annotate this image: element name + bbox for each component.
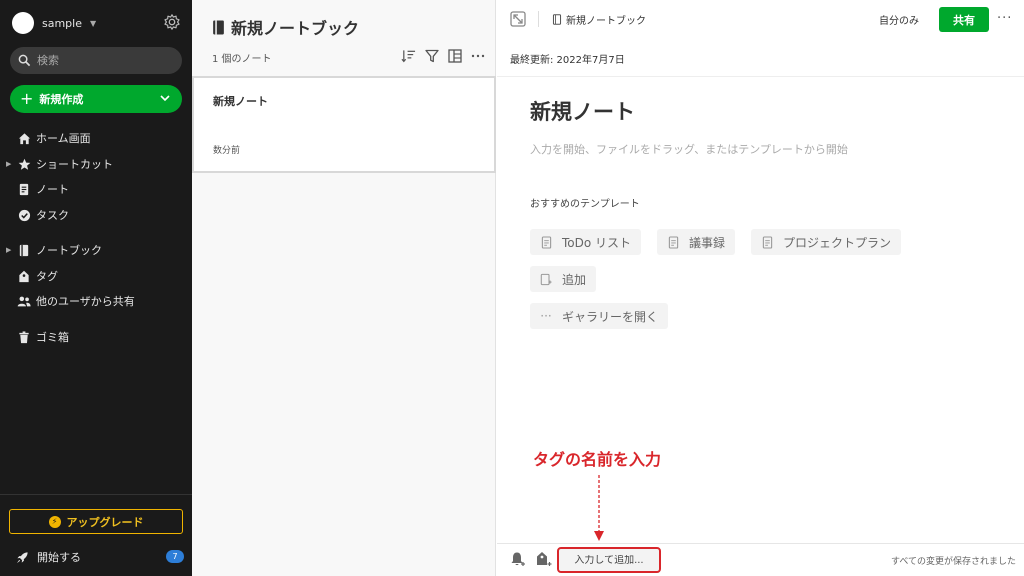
plus-icon: + (20, 89, 34, 108)
list-toolbar (401, 48, 485, 63)
sidebar-item-tasks[interactable]: タスク (0, 204, 192, 226)
sidebar-item-trash[interactable]: ゴミ箱 (0, 326, 192, 348)
sidebar-item-label: 他のユーザから共有 (36, 295, 135, 308)
note-icon (17, 182, 31, 196)
tag-input[interactable] (563, 554, 655, 566)
sidebar-item-label: タスク (36, 209, 69, 222)
notebook-icon (552, 14, 562, 25)
save-status: すべての変更が保存されました (890, 557, 1016, 567)
sidebar-item-shared[interactable]: 他のユーザから共有 (0, 290, 192, 312)
notebook-title: 新規ノートブック (212, 15, 359, 39)
search-box[interactable] (10, 47, 182, 74)
get-started-label: 開始する (37, 551, 81, 564)
sidebar-item-home[interactable]: ホーム画面 (0, 127, 192, 149)
note-card-time: 数分前 (213, 146, 241, 156)
more-icon[interactable] (470, 48, 485, 63)
divider (497, 543, 1024, 544)
add-tag-icon[interactable] (536, 551, 552, 567)
template-label: ToDo リスト (562, 235, 632, 250)
users-icon (17, 294, 31, 308)
sidebar-item-notes[interactable]: ノート (0, 178, 192, 200)
divider (538, 11, 539, 27)
notebook-icon (17, 243, 31, 257)
sidebar-item-label: ホーム画面 (36, 132, 91, 145)
home-icon (17, 131, 31, 145)
sidebar-item-shortcuts[interactable]: ▶ ショートカット (0, 153, 192, 175)
breadcrumb[interactable]: 新規ノートブック (552, 12, 646, 27)
sidebar-item-tags[interactable]: タグ (0, 265, 192, 287)
add-document-icon (540, 272, 552, 286)
upgrade-label: アップグレード (66, 515, 144, 529)
get-started-button[interactable]: 開始する 7 (16, 548, 186, 566)
sidebar-item-label: ノート (36, 183, 69, 196)
templates-heading: おすすめのテンプレート (530, 199, 640, 210)
note-body-placeholder[interactable]: 入力を開始、ファイルをドラッグ、またはテンプレートから開始 (530, 141, 1000, 157)
new-button-label: 新規作成 (39, 93, 84, 106)
reminder-bell-icon[interactable] (509, 551, 525, 567)
template-project-button[interactable]: プロジェクトプラン (751, 229, 902, 255)
gear-icon[interactable] (163, 13, 181, 31)
caret-right-icon[interactable]: ▶ (6, 160, 11, 168)
check-circle-icon (17, 208, 31, 222)
document-icon (667, 235, 679, 249)
expand-icon[interactable] (510, 11, 526, 27)
annotation-arrow (594, 475, 604, 541)
tag-input-box[interactable] (557, 547, 661, 573)
template-label: 追加 (562, 272, 587, 287)
search-icon (18, 54, 31, 67)
note-card[interactable]: 新規ノート 数分前 (192, 76, 496, 173)
note-count: 1 個のノート (212, 54, 272, 65)
document-icon (761, 235, 773, 249)
caret-right-icon[interactable]: ▶ (6, 246, 11, 254)
sidebar-item-label: タグ (36, 270, 58, 283)
template-todo-button[interactable]: ToDo リスト (530, 229, 642, 255)
divider (497, 76, 1024, 77)
trash-icon (17, 330, 31, 344)
visibility-toggle[interactable]: 自分のみ (879, 12, 919, 27)
search-input[interactable] (37, 54, 167, 67)
editor-panel: 新規ノートブック 自分のみ 共有 ··· 最終更新: 2022年7月7日 新規ノ… (497, 0, 1024, 576)
open-gallery-button[interactable]: ··· ギャラリーを開く (530, 303, 669, 329)
document-icon (540, 235, 552, 249)
last-updated: 最終更新: 2022年7月7日 (510, 55, 625, 66)
template-label: プロジェクトプラン (783, 235, 892, 250)
template-add-button[interactable]: 追加 (530, 266, 597, 292)
template-label: ギャラリーを開く (562, 309, 659, 324)
divider (0, 494, 192, 495)
note-card-title: 新規ノート (213, 95, 268, 108)
layout-icon[interactable] (447, 48, 462, 63)
notebook-icon (213, 20, 224, 34)
avatar (12, 12, 34, 34)
notebook-title-text: 新規ノートブック (231, 19, 360, 38)
sort-icon[interactable] (401, 48, 416, 63)
notification-badge: 7 (166, 550, 184, 563)
template-minutes-button[interactable]: 議事録 (657, 229, 736, 255)
sidebar: sample ▼ + 新規作成 ホーム画面 ▶ ショートカット (0, 0, 192, 576)
share-button[interactable]: 共有 (939, 7, 989, 32)
annotation-callout: タグの名前を入力 (533, 450, 662, 469)
chevron-down-icon: ▼ (90, 18, 97, 28)
breadcrumb-notebook: 新規ノートブック (566, 16, 646, 27)
lightning-icon: ⚡ (48, 515, 61, 528)
filter-icon[interactable] (424, 48, 439, 63)
sidebar-item-label: ノートブック (36, 244, 102, 257)
tag-icon (17, 269, 31, 283)
chevron-down-icon[interactable] (158, 91, 172, 105)
sidebar-item-label: ゴミ箱 (36, 331, 69, 344)
sidebar-item-notebooks[interactable]: ▶ ノートブック (0, 239, 192, 261)
more-icon: ··· (540, 309, 552, 323)
account-name: sample (42, 16, 82, 30)
note-title[interactable]: 新規ノート (530, 96, 635, 126)
template-label: 議事録 (689, 235, 726, 250)
account-switcher[interactable]: sample ▼ (12, 11, 96, 35)
upgrade-button[interactable]: ⚡ アップグレード (9, 509, 183, 534)
sidebar-item-label: ショートカット (36, 158, 113, 171)
note-list-panel: 新規ノートブック 1 個のノート 新規ノート 数分前 (192, 0, 496, 576)
more-options-icon[interactable]: ··· (997, 11, 1012, 26)
new-button[interactable]: + 新規作成 (10, 85, 182, 113)
star-icon (17, 157, 31, 171)
rocket-icon (16, 551, 28, 563)
